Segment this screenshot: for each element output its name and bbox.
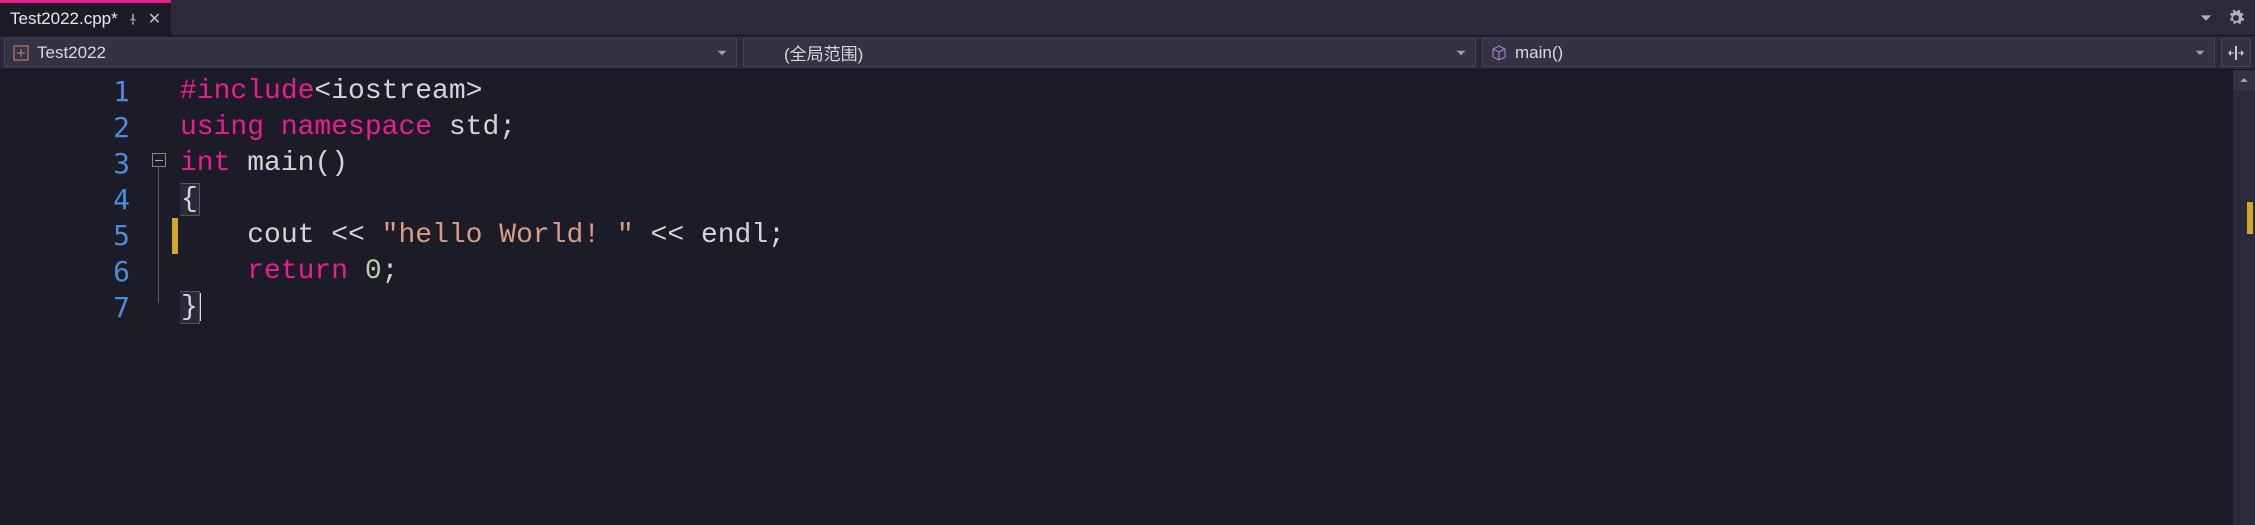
code-line: return 0; bbox=[180, 254, 2233, 290]
line-number: 1 bbox=[0, 74, 150, 110]
chevron-down-icon bbox=[2194, 47, 2206, 59]
tab-filename: Test2022.cpp* bbox=[10, 9, 118, 29]
scroll-track[interactable] bbox=[2233, 90, 2255, 525]
overview-change-marker bbox=[2247, 202, 2253, 234]
file-tab[interactable]: Test2022.cpp* ✕ bbox=[0, 0, 171, 35]
tab-bar: Test2022.cpp* ✕ bbox=[0, 0, 2255, 36]
scroll-up-button[interactable] bbox=[2233, 70, 2255, 90]
code-line: int main() bbox=[180, 146, 2233, 182]
fold-line bbox=[158, 167, 159, 303]
pin-icon[interactable] bbox=[126, 12, 140, 26]
split-icon bbox=[2228, 45, 2244, 61]
navigation-bar: Test2022 (全局范围) main() bbox=[0, 36, 2255, 70]
fold-toggle[interactable] bbox=[152, 153, 166, 167]
scope-label: (全局范围) bbox=[784, 40, 863, 65]
line-number: 7 bbox=[0, 290, 150, 326]
line-number: 4 bbox=[0, 182, 150, 218]
code-line: #include<iostream> bbox=[180, 74, 2233, 110]
code-line: { bbox=[180, 182, 2233, 218]
code-line: using namespace std; bbox=[180, 110, 2233, 146]
line-number: 6 bbox=[0, 254, 150, 290]
chevron-down-icon bbox=[716, 47, 728, 59]
change-marker bbox=[172, 218, 178, 254]
dropdown-icon[interactable] bbox=[2199, 11, 2213, 25]
line-number: 2 bbox=[0, 110, 150, 146]
member-dropdown[interactable]: main() bbox=[1482, 38, 2215, 67]
cube-icon bbox=[1491, 45, 1507, 61]
project-dropdown[interactable]: Test2022 bbox=[4, 38, 737, 67]
gear-icon[interactable] bbox=[2227, 9, 2245, 27]
close-icon[interactable]: ✕ bbox=[148, 9, 161, 29]
change-bar bbox=[172, 70, 180, 525]
editor-area: 1 2 3 4 5 6 7 #include<iostream> using n… bbox=[0, 70, 2255, 525]
chevron-up-icon bbox=[2239, 75, 2249, 85]
project-name: Test2022 bbox=[37, 43, 106, 63]
text-caret bbox=[200, 293, 201, 321]
line-number: 3 bbox=[0, 146, 150, 182]
code-area[interactable]: #include<iostream> using namespace std; … bbox=[180, 70, 2233, 525]
line-number-gutter: 1 2 3 4 5 6 7 bbox=[0, 70, 150, 525]
chevron-down-icon bbox=[1455, 47, 1467, 59]
split-button[interactable] bbox=[2221, 38, 2251, 67]
scope-dropdown[interactable]: (全局范围) bbox=[743, 38, 1476, 67]
vertical-scrollbar[interactable] bbox=[2233, 70, 2255, 525]
tab-bar-actions bbox=[2189, 0, 2255, 35]
code-line: cout << "hello World! " << endl; bbox=[180, 218, 2233, 254]
line-number: 5 bbox=[0, 218, 150, 254]
fold-gutter bbox=[150, 70, 172, 525]
code-line: } bbox=[180, 290, 2233, 326]
project-icon bbox=[13, 45, 29, 61]
member-name: main() bbox=[1515, 43, 1563, 63]
